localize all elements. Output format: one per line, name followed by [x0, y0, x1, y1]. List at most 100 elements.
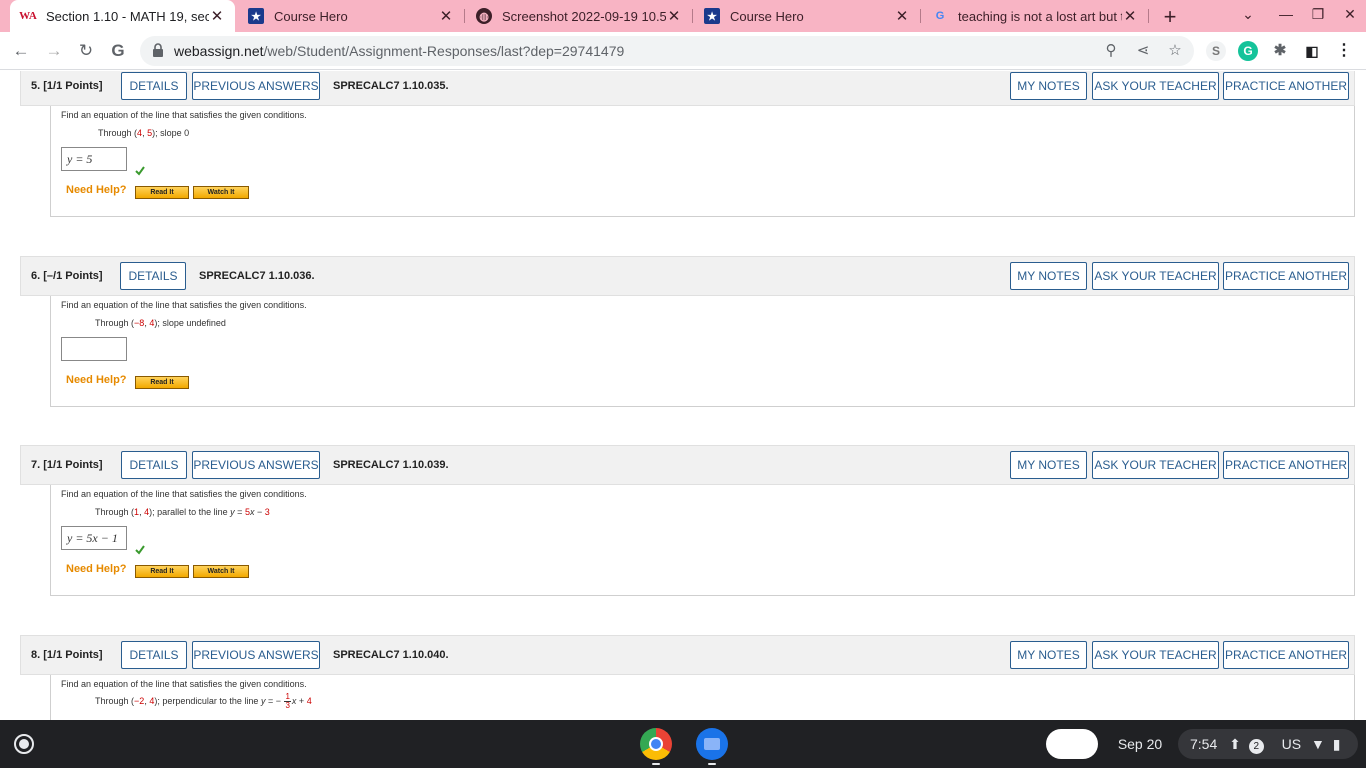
tab-search-icon[interactable]: ⌄	[1238, 6, 1258, 23]
previous-answers-button[interactable]: PREVIOUS ANSWERS	[192, 72, 320, 100]
close-window-icon[interactable]: ✕	[1340, 6, 1360, 23]
read-it-button[interactable]: Read It	[135, 376, 189, 389]
question-prompt: Find an equation of the line that satisf…	[61, 489, 307, 499]
google-search-icon[interactable]: G	[107, 40, 129, 62]
question-prompt: Find an equation of the line that satisf…	[61, 300, 307, 310]
assignment-content: 5. [1/1 Points] DETAILS PREVIOUS ANSWERS…	[0, 71, 1366, 720]
my-notes-button[interactable]: MY NOTES	[1010, 262, 1087, 290]
reload-icon[interactable]: ↻	[75, 40, 97, 62]
question-number-points: 5. [1/1 Points]	[31, 80, 103, 92]
practice-another-button[interactable]: PRACTICE ANOTHER	[1223, 72, 1349, 100]
question-number-points: 6. [–/1 Points]	[31, 270, 103, 282]
phone-hub-icon[interactable]	[1046, 729, 1098, 759]
coursehero-icon: ★	[248, 8, 264, 24]
answer-field[interactable]: y = 5	[61, 147, 127, 171]
practice-another-button[interactable]: PRACTICE ANOTHER	[1223, 262, 1349, 290]
question-prompt: Find an equation of the line that satisf…	[61, 110, 307, 120]
chrome-icon[interactable]	[640, 728, 672, 760]
launcher-icon[interactable]	[14, 734, 34, 754]
question-code: SPRECALC7 1.10.035.	[333, 80, 449, 92]
minimize-icon[interactable]: —	[1276, 6, 1296, 22]
bookmark-star-icon[interactable]: ☆	[1166, 42, 1184, 60]
restore-icon[interactable]: ❐	[1308, 6, 1328, 23]
question-condition: Through (−8, 4); slope undefined	[95, 318, 226, 328]
question-code: SPRECALC7 1.10.039.	[333, 459, 449, 471]
url-text: webassign.net/web/Student/Assignment-Res…	[174, 43, 625, 59]
extension-s-icon[interactable]: S	[1206, 41, 1226, 61]
google-icon: G	[935, 10, 945, 22]
forward-icon[interactable]: →	[43, 40, 65, 62]
close-tab-icon[interactable]: ✕	[1122, 7, 1138, 25]
previous-answers-button[interactable]: PREVIOUS ANSWERS	[192, 641, 320, 669]
question-condition: Through (1, 4); parallel to the line y =…	[95, 507, 270, 517]
coursehero-icon: ★	[704, 8, 720, 24]
os-shelf: Sep 20 7:54 ⬆ 2 US ▼ ▮	[0, 720, 1366, 768]
practice-another-button[interactable]: PRACTICE ANOTHER	[1223, 451, 1349, 479]
ask-teacher-button[interactable]: ASK YOUR TEACHER	[1092, 451, 1219, 479]
tab-google[interactable]: G teaching is not a lost art but th ✕	[922, 0, 1149, 32]
question-code: SPRECALC7 1.10.040.	[333, 649, 449, 661]
question-condition: Through (4, 5); slope 0	[98, 128, 190, 138]
tab-strip: WA Section 1.10 - MATH 19, sectio ✕ ★ Co…	[0, 0, 1366, 32]
answer-field[interactable]	[61, 337, 127, 361]
ask-teacher-button[interactable]: ASK YOUR TEACHER	[1092, 262, 1219, 290]
notification-icon: ⬆	[1229, 736, 1241, 752]
fraction: 13	[284, 692, 291, 710]
close-tab-icon[interactable]: ✕	[894, 7, 910, 25]
side-panel-icon[interactable]: ◧	[1302, 41, 1322, 61]
grammarly-icon[interactable]: G	[1238, 41, 1258, 61]
answer-field[interactable]: y = 5x − 1	[61, 526, 127, 550]
back-icon[interactable]: ←	[10, 40, 32, 62]
need-help-label: Need Help?	[66, 374, 127, 386]
close-tab-icon[interactable]: ✕	[209, 7, 225, 25]
battery-icon: ▮	[1332, 736, 1341, 752]
share-icon[interactable]: ⋖	[1134, 42, 1152, 60]
question-header: 7. [1/1 Points] DETAILS PREVIOUS ANSWERS…	[20, 445, 1355, 485]
question-number-points: 7. [1/1 Points]	[31, 459, 103, 471]
my-notes-button[interactable]: MY NOTES	[1010, 72, 1087, 100]
question-body: Find an equation of the line that satisf…	[50, 106, 1355, 217]
practice-another-button[interactable]: PRACTICE ANOTHER	[1223, 641, 1349, 669]
question-prompt: Find an equation of the line that satisf…	[61, 679, 307, 689]
read-it-button[interactable]: Read It	[135, 186, 189, 199]
need-help-label: Need Help?	[66, 184, 127, 196]
time-label: 7:54	[1190, 736, 1218, 752]
question-header: 8. [1/1 Points] DETAILS PREVIOUS ANSWERS…	[20, 635, 1355, 675]
details-button[interactable]: DETAILS	[121, 641, 187, 669]
question-condition: Through (−2, 4); perpendicular to the li…	[95, 692, 312, 710]
details-button[interactable]: DETAILS	[121, 451, 187, 479]
correct-check-icon	[135, 545, 145, 555]
extensions-puzzle-icon[interactable]: ✱	[1270, 41, 1290, 61]
question-body: Find an equation of the line that satisf…	[50, 485, 1355, 596]
question-body: Find an equation of the line that satisf…	[50, 675, 1355, 720]
previous-answers-button[interactable]: PREVIOUS ANSWERS	[192, 451, 320, 479]
lock-icon	[153, 43, 163, 57]
my-notes-button[interactable]: MY NOTES	[1010, 451, 1087, 479]
close-tab-icon[interactable]: ✕	[666, 7, 682, 25]
details-button[interactable]: DETAILS	[121, 72, 187, 100]
tab-coursehero-2[interactable]: ★ Course Hero ✕	[694, 0, 921, 32]
ask-teacher-button[interactable]: ASK YOUR TEACHER	[1092, 72, 1219, 100]
address-bar[interactable]: webassign.net/web/Student/Assignment-Res…	[140, 36, 1194, 66]
zoom-icon[interactable]: ⚲	[1102, 42, 1120, 60]
locale-label: US	[1281, 736, 1302, 752]
menu-kebab-icon[interactable]: ⋮	[1334, 41, 1354, 61]
question-header: 5. [1/1 Points] DETAILS PREVIOUS ANSWERS…	[20, 71, 1355, 106]
files-icon[interactable]	[696, 728, 728, 760]
details-button[interactable]: DETAILS	[120, 262, 186, 290]
new-tab-icon[interactable]: +	[1158, 4, 1182, 30]
tab-coursehero-1[interactable]: ★ Course Hero ✕	[238, 0, 465, 32]
tab-screenshot[interactable]: ◍ Screenshot 2022-09-19 10.55. ✕	[466, 0, 693, 32]
ask-teacher-button[interactable]: ASK YOUR TEACHER	[1092, 641, 1219, 669]
watch-it-button[interactable]: Watch It	[193, 186, 249, 199]
close-tab-icon[interactable]: ✕	[438, 7, 454, 25]
tab-webassign[interactable]: WA Section 1.10 - MATH 19, sectio ✕	[10, 0, 235, 32]
read-it-button[interactable]: Read It	[135, 565, 189, 578]
status-area[interactable]: 7:54 ⬆ 2 US ▼ ▮	[1178, 729, 1358, 759]
watch-it-button[interactable]: Watch It	[193, 565, 249, 578]
my-notes-button[interactable]: MY NOTES	[1010, 641, 1087, 669]
correct-check-icon	[135, 166, 145, 176]
wifi-icon: ▼	[1311, 736, 1325, 752]
date-label[interactable]: Sep 20	[1110, 729, 1170, 759]
question-body: Find an equation of the line that satisf…	[50, 296, 1355, 407]
